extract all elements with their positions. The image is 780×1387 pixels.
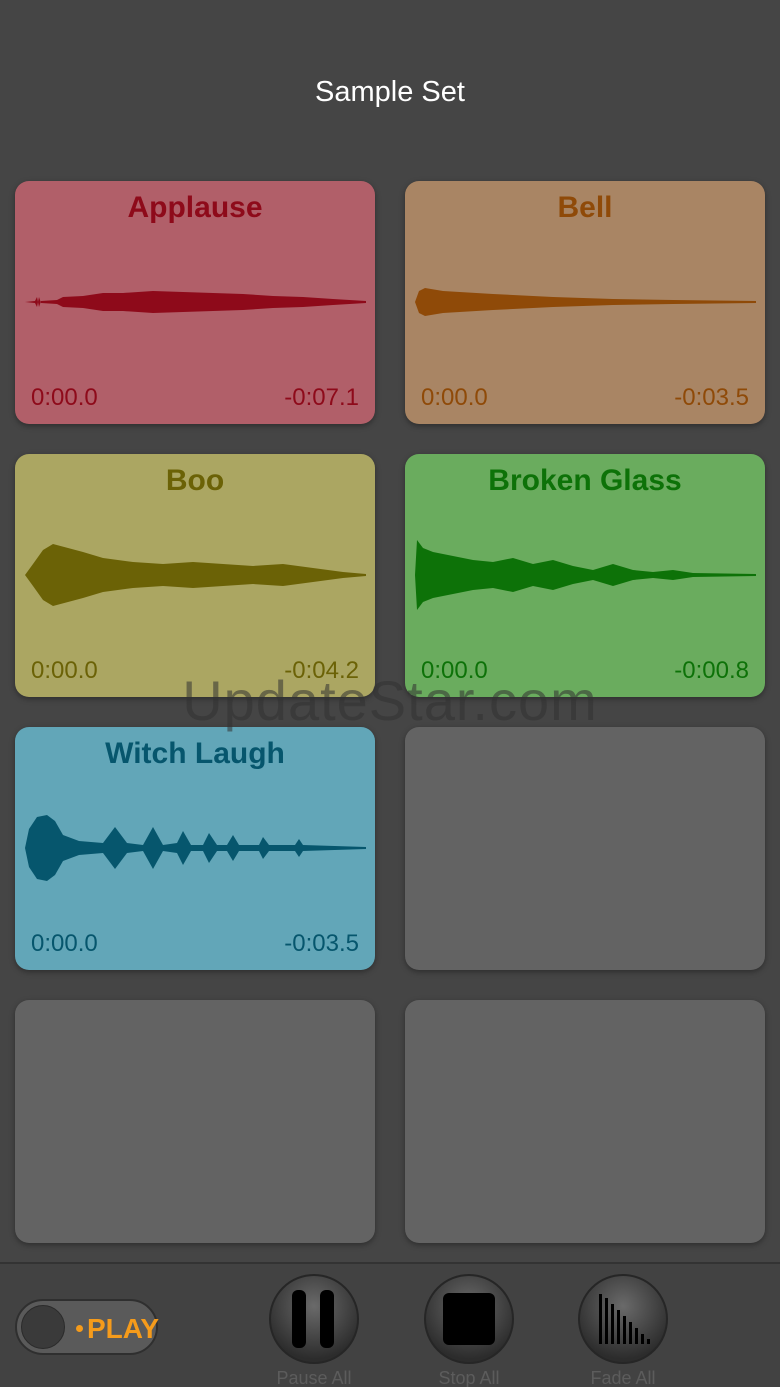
pause-all-label: Pause All bbox=[276, 1368, 352, 1387]
waveform bbox=[415, 540, 756, 610]
elapsed-time: 0:00.0 bbox=[31, 657, 98, 684]
elapsed-time: 0:00.0 bbox=[31, 930, 98, 957]
pad-applause[interactable]: Applause 0:00.0 -0:07.1 bbox=[15, 181, 375, 424]
play-toggle[interactable]: PLAY bbox=[15, 1299, 160, 1355]
screen: Sample Set Applause 0:00.0 -0:07.1 Bell … bbox=[0, 0, 780, 1387]
pad-empty[interactable] bbox=[405, 727, 765, 970]
play-indicator-dot bbox=[76, 1325, 83, 1332]
waveform bbox=[25, 544, 366, 606]
remaining-time: -0:00.8 bbox=[674, 657, 749, 684]
fade-icon bbox=[599, 1294, 650, 1344]
pad-name: Broken Glass bbox=[488, 464, 682, 497]
transport-bar: PLAY Pause All Stop All Fade All bbox=[0, 1262, 780, 1387]
remaining-time: -0:07.1 bbox=[284, 384, 359, 411]
waveform bbox=[415, 288, 756, 316]
pad-broken-glass[interactable]: Broken Glass 0:00.0 -0:00.8 bbox=[405, 454, 765, 697]
pad-witch-laugh[interactable]: Witch Laugh 0:00.0 -0:03.5 bbox=[15, 727, 375, 970]
pad-boo[interactable]: Boo 0:00.0 -0:04.2 bbox=[15, 454, 375, 697]
elapsed-time: 0:00.0 bbox=[421, 384, 488, 411]
fade-all-button[interactable] bbox=[578, 1274, 668, 1364]
stop-all-label: Stop All bbox=[438, 1368, 500, 1387]
elapsed-time: 0:00.0 bbox=[421, 657, 488, 684]
fade-all-label: Fade All bbox=[590, 1368, 656, 1387]
page-title: Sample Set bbox=[315, 76, 465, 108]
elapsed-time: 0:00.0 bbox=[31, 384, 98, 411]
remaining-time: -0:03.5 bbox=[284, 930, 359, 957]
remaining-time: -0:04.2 bbox=[284, 657, 359, 684]
pad-empty[interactable] bbox=[15, 1000, 375, 1243]
pad-name: Witch Laugh bbox=[105, 737, 285, 770]
toggle-knob[interactable] bbox=[21, 1305, 65, 1349]
waveform bbox=[25, 815, 366, 881]
stop-icon bbox=[443, 1293, 495, 1345]
pad-name: Boo bbox=[165, 464, 225, 497]
pause-icon bbox=[292, 1290, 334, 1348]
pad-bell[interactable]: Bell 0:00.0 -0:03.5 bbox=[405, 181, 765, 424]
pad-name: Applause bbox=[127, 191, 263, 224]
pad-empty[interactable] bbox=[405, 1000, 765, 1243]
stop-all-button[interactable] bbox=[424, 1274, 514, 1364]
play-label: PLAY bbox=[87, 1313, 160, 1344]
pause-all-button[interactable] bbox=[269, 1274, 359, 1364]
waveform bbox=[25, 291, 366, 313]
pad-name: Bell bbox=[557, 191, 613, 224]
remaining-time: -0:03.5 bbox=[674, 384, 749, 411]
